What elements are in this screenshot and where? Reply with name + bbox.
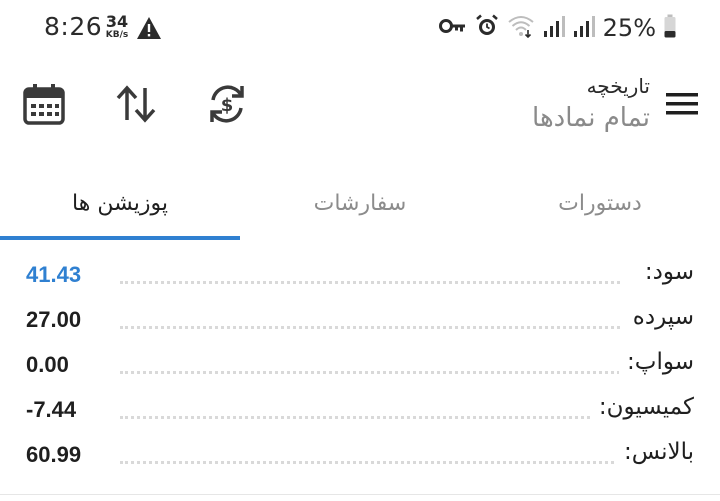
deposit-label: سپرده: [624, 304, 694, 330]
symbol-filter[interactable]: تمام نمادها: [532, 100, 650, 136]
leader-dots: [120, 326, 620, 329]
tab-orders[interactable]: سفارشات: [240, 166, 480, 240]
vpn-key-icon: [438, 18, 467, 38]
app-bar: $ تاریخچه تمام نمادها: [0, 56, 720, 166]
commission-label: کمیسیون:: [590, 394, 694, 420]
tab-positions[interactable]: پوزیشن ها: [0, 166, 240, 240]
leader-dots: [120, 461, 620, 464]
tab-bar: پوزیشن ها سفارشات دستورات: [0, 166, 720, 240]
battery-percent: 25%: [602, 14, 656, 42]
network-speed: 34 KB/s: [103, 14, 131, 40]
calendar-icon: [22, 82, 66, 130]
summary-list: 41.43 سود: 27.00 سپرده 0.00 سواپ: -7.44 …: [0, 254, 720, 479]
alarm-icon: [475, 14, 499, 42]
signal-icon: [573, 14, 595, 42]
summary-row-commission: -7.44 کمیسیون:: [0, 389, 720, 434]
summary-row-balance: 60.99 بالانس:: [0, 434, 720, 479]
leader-dots: [120, 371, 620, 374]
summary-row-profit: 41.43 سود:: [0, 254, 720, 299]
menu-icon: [665, 91, 699, 121]
currency-exchange-button[interactable]: $: [199, 78, 255, 134]
svg-text:$: $: [221, 95, 234, 116]
battery-icon: [664, 14, 676, 42]
divider: [0, 494, 720, 495]
profit-label: سود:: [636, 259, 694, 285]
summary-row-swap: 0.00 سواپ:: [0, 344, 720, 389]
swap-value: 0.00: [26, 352, 69, 377]
calendar-button[interactable]: [16, 78, 72, 134]
leader-dots: [120, 416, 620, 419]
swap-label: سواپ:: [619, 349, 694, 375]
menu-button[interactable]: [654, 78, 710, 134]
balance-value: 60.99: [26, 442, 82, 467]
network-speed-value: 34: [105, 12, 129, 31]
status-bar: 8:26 34 KB/s 25%: [0, 0, 720, 56]
signal-icon: [543, 14, 565, 42]
profit-value: 41.43: [26, 262, 82, 287]
page-title: تاریخچه: [586, 74, 650, 98]
tab-deals[interactable]: دستورات: [480, 166, 720, 240]
currency-exchange-icon: $: [205, 82, 249, 130]
wifi-icon: [507, 14, 535, 42]
deposit-value: 27.00: [26, 307, 82, 332]
status-icons: 25%: [438, 14, 676, 42]
leader-dots: [120, 281, 620, 284]
summary-row-deposit: 27.00 سپرده: [0, 299, 720, 344]
network-speed-unit: KB/s: [105, 30, 129, 40]
sort-button[interactable]: [108, 78, 164, 134]
status-time: 8:26: [44, 12, 103, 41]
sort-icon: [114, 84, 158, 128]
title-block: تاریخچه تمام نمادها: [532, 72, 650, 136]
balance-label: بالانس:: [616, 439, 694, 465]
warning-icon: [136, 16, 162, 44]
commission-value: -7.44: [26, 397, 77, 422]
